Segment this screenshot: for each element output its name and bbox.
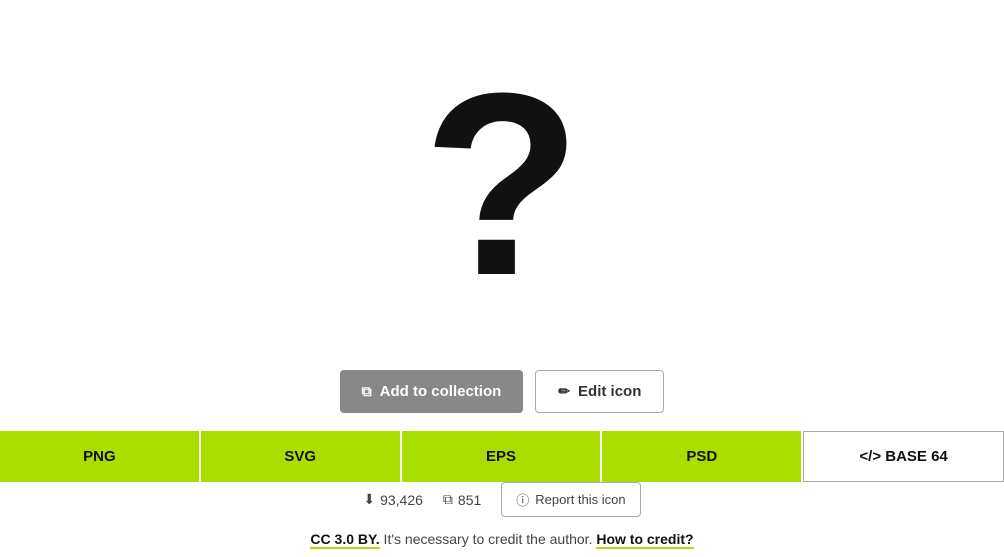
edit-icon-button[interactable]: ✏ Edit icon (535, 370, 664, 413)
action-buttons-row: ⧉ Add to collection ✏ Edit icon (340, 370, 665, 413)
collection-icon: ⧉ (362, 383, 372, 400)
stats-row: ⬇ 93,426 ⧉ 851 ⓘ Report this icon (363, 482, 640, 517)
license-link[interactable]: CC 3.0 BY. (310, 531, 379, 549)
icon-display: ? (0, 0, 1004, 370)
how-to-credit-link[interactable]: How to credit? (596, 531, 693, 549)
collections-count: 851 (458, 492, 481, 508)
collections-icon: ⧉ (443, 491, 453, 508)
download-png-button[interactable]: PNG (0, 431, 201, 482)
report-info-icon: ⓘ (516, 490, 529, 509)
downloads-count: 93,426 (380, 492, 423, 508)
download-psd-button[interactable]: PSD (602, 431, 803, 482)
downloads-stat: ⬇ 93,426 (363, 491, 423, 508)
license-middle-text: It's necessary to credit the author. (380, 531, 597, 547)
download-svg-button[interactable]: SVG (201, 431, 402, 482)
add-to-collection-button[interactable]: ⧉ Add to collection (340, 370, 524, 413)
question-mark-icon: ? (423, 55, 582, 315)
download-base64-button[interactable]: </> BASE 64 (803, 431, 1004, 482)
downloads-icon: ⬇ (363, 491, 375, 508)
add-to-collection-label: Add to collection (380, 383, 502, 400)
report-icon-button[interactable]: ⓘ Report this icon (501, 482, 640, 517)
download-buttons-row: PNG SVG EPS PSD </> BASE 64 (0, 431, 1004, 482)
pencil-icon: ✏ (558, 383, 570, 400)
license-row: CC 3.0 BY. It's necessary to credit the … (310, 531, 693, 547)
collections-stat: ⧉ 851 (443, 491, 481, 508)
report-icon-label: Report this icon (535, 492, 625, 507)
edit-icon-label: Edit icon (578, 383, 641, 400)
download-eps-button[interactable]: EPS (402, 431, 603, 482)
